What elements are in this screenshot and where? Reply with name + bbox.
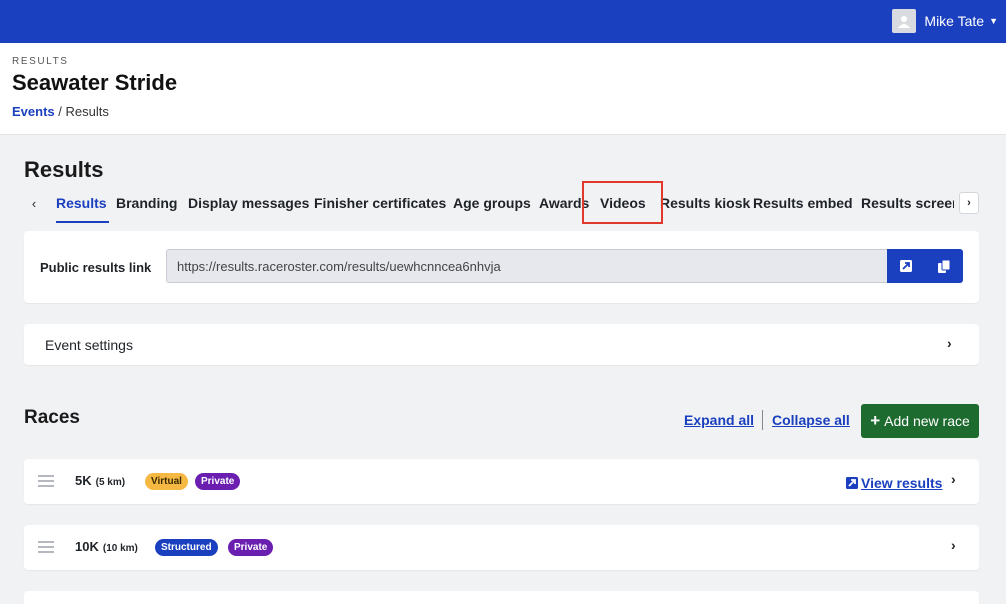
section-title: Results [24, 157, 104, 182]
race-distance: (5 km) [95, 477, 126, 488]
link-divider [762, 410, 763, 430]
badge-private: Private [195, 473, 241, 490]
collapse-all-link[interactable]: Collapse all [772, 412, 850, 428]
breadcrumb-current: Results [65, 104, 109, 119]
tab-bar: ‹ Results Branding Display messages Fini… [24, 190, 979, 224]
chevron-right-icon[interactable]: › [951, 537, 956, 553]
user-name: Mike Tate [924, 13, 985, 29]
link-actions [887, 249, 963, 283]
chevron-right-icon[interactable]: › [951, 471, 956, 487]
videos-tab-highlight [582, 181, 663, 224]
tab-results-screen[interactable]: Results screen [861, 195, 954, 211]
event-settings-row[interactable]: Event settings › [24, 324, 979, 365]
open-link-button[interactable] [887, 249, 925, 283]
tab-results[interactable]: Results [56, 195, 107, 211]
badge-structured: Structured [155, 539, 218, 556]
active-tab-indicator [56, 221, 109, 223]
tab-age-groups[interactable]: Age groups [453, 195, 531, 211]
public-results-link-field[interactable]: https://results.raceroster.com/results/u… [166, 249, 888, 283]
add-new-race-label: Add new race [884, 413, 970, 429]
public-results-link-label: Public results link [40, 260, 152, 275]
race-name: 5K (5 km) [75, 473, 126, 488]
tab-results-embed[interactable]: Results embed [753, 195, 853, 211]
tab-results-kiosk[interactable]: Results kiosk [660, 195, 750, 211]
drag-handle-icon[interactable] [38, 541, 54, 553]
badge-virtual: Virtual [145, 473, 188, 490]
breadcrumb-events-link[interactable]: Events [12, 104, 55, 119]
breadcrumb-separator: / [54, 104, 66, 119]
race-name: 10K (10 km) [75, 539, 138, 554]
plus-icon: + [870, 411, 881, 430]
expand-all-link[interactable]: Expand all [684, 412, 754, 428]
page-header: RESULTS Seawater Stride Events / Results [0, 43, 1006, 135]
user-icon [898, 16, 911, 28]
avatar [892, 9, 917, 33]
external-link-icon [846, 477, 858, 489]
tab-branding[interactable]: Branding [116, 195, 177, 211]
tab-scroll-right-icon[interactable]: › [959, 192, 979, 214]
race-distance: (10 km) [102, 543, 138, 554]
race-row[interactable] [24, 591, 979, 604]
copy-link-button[interactable] [925, 249, 963, 283]
tab-scroll-left-icon[interactable]: ‹ [24, 192, 44, 214]
external-link-icon [900, 260, 912, 272]
public-results-link-card: Public results link https://results.race… [24, 231, 979, 303]
breadcrumb: Events / Results [12, 104, 109, 119]
user-menu[interactable]: Mike Tate ▼ [892, 9, 998, 33]
tab-display-messages[interactable]: Display messages [188, 195, 309, 211]
tabs-viewport: Results Branding Display messages Finish… [48, 190, 954, 224]
badge-private: Private [228, 539, 274, 556]
page-title: Seawater Stride [12, 70, 178, 95]
add-new-race-button[interactable]: + Add new race [861, 404, 979, 438]
race-row[interactable]: 10K (10 km) Structured Private › [24, 525, 979, 570]
drag-handle-icon[interactable] [38, 475, 54, 487]
races-title: Races [24, 407, 80, 428]
chevron-right-icon: › [947, 335, 952, 351]
race-row[interactable]: 5K (5 km) Virtual Private View results › [24, 459, 979, 504]
page-eyebrow: RESULTS [12, 56, 69, 67]
event-settings-label: Event settings [45, 337, 133, 353]
view-results-link[interactable]: View results [846, 475, 942, 491]
tab-finisher-certificates[interactable]: Finisher certificates [314, 195, 446, 211]
top-bar: Mike Tate ▼ [0, 0, 1006, 43]
caret-down-icon: ▼ [989, 16, 998, 26]
copy-icon [938, 259, 950, 273]
